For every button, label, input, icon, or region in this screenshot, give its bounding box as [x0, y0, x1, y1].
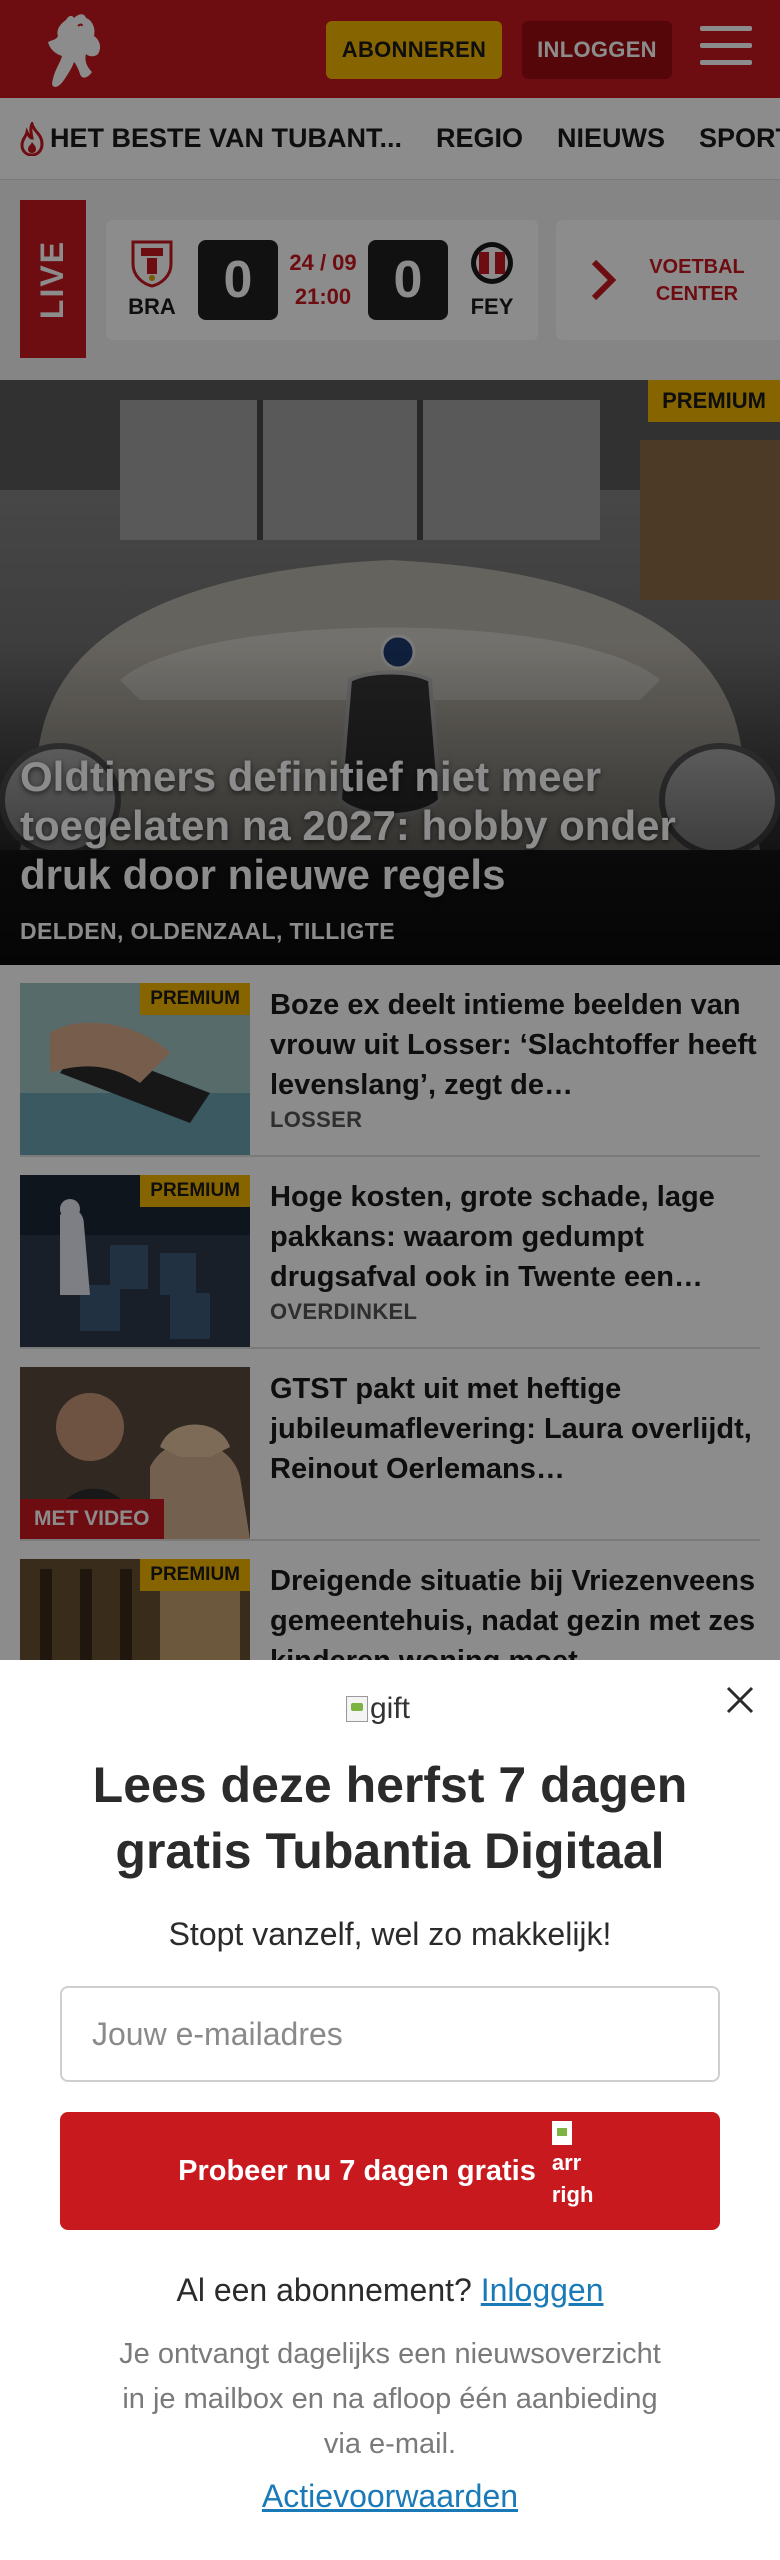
modal-subtitle: Stopt vanzelf, wel zo makkelijk! [168, 1916, 612, 1952]
gift-alt-text: gift [370, 1692, 411, 1725]
modal-backdrop[interactable] [0, 0, 780, 1660]
broken-image-icon [346, 1696, 368, 1722]
modal-login-link[interactable]: Inloggen [481, 2272, 604, 2308]
arrow-right-icon: arr righ [551, 2121, 602, 2221]
modal-info-text: Je ontvangt dagelijks een nieuwsoverzich… [119, 2338, 661, 2460]
terms-link[interactable]: Actievoorwaarden [40, 2478, 740, 2515]
existing-subscription-line: Al een abonnement? Inloggen [40, 2272, 740, 2309]
subscription-modal: gift Lees deze herfst 7 dagen gratis Tub… [0, 1660, 780, 2560]
email-field[interactable] [60, 1986, 720, 2082]
try-free-button[interactable]: Probeer nu 7 dagen gratis arr righ [60, 2112, 720, 2230]
gift-image: gift [346, 1692, 410, 1726]
cta-label: Probeer nu 7 dagen gratis [178, 2154, 536, 2187]
modal-title: Lees deze herfst 7 dagen gratis Tubantia… [92, 1757, 688, 1879]
existing-subscription-text: Al een abonnement? [176, 2272, 472, 2308]
arrow-alt-text: arr righ [551, 2150, 594, 2207]
close-icon[interactable] [722, 1682, 758, 1718]
